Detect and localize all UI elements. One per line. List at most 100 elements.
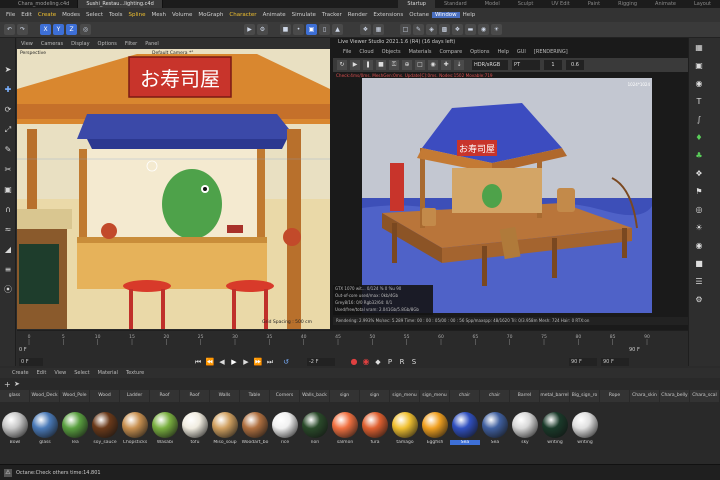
material-swatch-label[interactable]: Roof <box>180 390 209 402</box>
render-settings-icon[interactable]: ⚙ <box>257 24 268 35</box>
end-frame-field[interactable]: 90 F <box>569 358 597 366</box>
axis-x-button[interactable]: X <box>40 24 51 35</box>
key-rot-icon[interactable]: R <box>397 357 407 367</box>
viewport-3d[interactable]: お寿司屋 Perspective Default Camera *° Grid … <box>17 49 330 329</box>
redo-icon[interactable]: ↷ <box>17 24 28 35</box>
lv-menu-gui[interactable]: GUI <box>513 49 530 55</box>
bridge-icon[interactable]: ≡ <box>2 264 14 276</box>
mat-menu-texture[interactable]: Texture <box>122 370 148 376</box>
viewport-menu-view[interactable]: View <box>17 41 37 47</box>
material-swatch-label[interactable]: Table <box>240 390 269 402</box>
lv-value1-field[interactable]: 1 <box>544 60 562 70</box>
menu-help[interactable]: Help <box>460 12 479 18</box>
layout-tab-sculpt[interactable]: Sculpt <box>509 0 543 8</box>
object-manager-icon[interactable]: ▦ <box>693 42 705 54</box>
object-mode-icon[interactable]: ▣ <box>306 24 317 35</box>
weld-icon[interactable]: ⦿ <box>2 284 14 296</box>
viewport-menu-cameras[interactable]: Cameras <box>37 41 67 47</box>
brush-icon[interactable]: ✎ <box>2 144 14 156</box>
scene-icon[interactable]: ■ <box>693 258 705 270</box>
menu-file[interactable]: File <box>3 12 18 18</box>
material-swatch-label[interactable]: Chara_skin <box>630 390 659 402</box>
menu-render[interactable]: Render <box>345 12 371 18</box>
deformer-icon[interactable]: ❖ <box>452 24 463 35</box>
mat-menu-edit[interactable]: Edit <box>33 370 51 376</box>
material-swatch-label[interactable]: Wood <box>90 390 119 402</box>
first-frame-icon[interactable]: ⏮ <box>193 357 203 367</box>
material-swatch-label[interactable]: chair <box>450 390 479 402</box>
light-icon[interactable]: ☀ <box>693 222 705 234</box>
material-swatch[interactable]: writing <box>540 412 570 448</box>
material-swatch-label[interactable]: sign <box>330 390 359 402</box>
layer-icon[interactable]: ☰ <box>693 276 705 288</box>
material-swatch[interactable]: Wasabi <box>150 412 180 448</box>
lv-menu-options[interactable]: Options <box>466 49 493 55</box>
menu-volume[interactable]: Volume <box>169 12 195 18</box>
lv-menu-cloud[interactable]: Cloud <box>355 49 377 55</box>
tag-icon[interactable]: ⚑ <box>693 186 705 198</box>
mat-menu-material[interactable]: Material <box>94 370 122 376</box>
bevel-icon[interactable]: ◢ <box>2 244 14 256</box>
spline-icon[interactable]: ∫ <box>693 114 705 126</box>
layout-tab-animate[interactable]: Animate <box>646 0 685 8</box>
file-tab-chara[interactable]: Chara_modeling.c4d <box>10 0 79 8</box>
axis-z-button[interactable]: Z <box>66 24 77 35</box>
camera-icon[interactable]: ◉ <box>693 240 705 252</box>
menu-mograph[interactable]: MoGraph <box>195 12 226 18</box>
mat-menu-create[interactable]: Create <box>8 370 33 376</box>
lv-menu-compare[interactable]: Compare <box>435 49 466 55</box>
lv-menu-file[interactable]: File <box>339 49 355 55</box>
menu-animate[interactable]: Animate <box>260 12 289 18</box>
prev-frame-icon[interactable]: ◀ <box>217 357 227 367</box>
material-swatch-label[interactable]: Ladder <box>120 390 149 402</box>
snap-icon[interactable]: ❖ <box>360 24 371 35</box>
key-scale-icon[interactable]: S <box>409 357 419 367</box>
cloner-icon[interactable]: ♣ <box>693 150 705 162</box>
cube-icon[interactable]: ▣ <box>693 60 705 72</box>
viewport-menu-filter[interactable]: Filter <box>121 41 141 47</box>
text-icon[interactable]: T <box>693 96 705 108</box>
lv-stop-icon[interactable]: ■ <box>376 60 386 70</box>
material-swatch[interactable]: salmon <box>330 412 360 448</box>
lv-pick-icon[interactable]: ✚ <box>441 60 451 70</box>
move-icon[interactable]: ✚ <box>2 84 14 96</box>
material-swatch[interactable]: Sea <box>480 412 510 448</box>
material-swatch-label[interactable]: metal_barrel <box>540 390 569 402</box>
record-icon[interactable]: ● <box>349 357 359 367</box>
material-swatch-label[interactable]: Chara_scal <box>690 390 719 402</box>
viewport-menu-options[interactable]: Options <box>94 41 121 47</box>
next-frame-icon[interactable]: ▶ <box>241 357 251 367</box>
subdivision-icon[interactable]: ◈ <box>426 24 437 35</box>
lv-save-icon[interactable]: ↓ <box>454 60 464 70</box>
menu-mesh[interactable]: Mesh <box>148 12 168 18</box>
material-swatch[interactable]: nori <box>300 412 330 448</box>
layout-tab-startup[interactable]: Startup <box>398 0 435 8</box>
lv-zoom-icon[interactable]: ⊕ <box>402 60 412 70</box>
attributes-icon[interactable]: ⚙ <box>693 294 705 306</box>
material-swatch-label[interactable]: Wood_Pole <box>60 390 89 402</box>
menu-octane[interactable]: Octane <box>406 12 432 18</box>
select-icon[interactable]: ➤ <box>2 64 14 76</box>
end-frame-field-2[interactable]: 90 F <box>601 358 629 366</box>
polygons-mode-icon[interactable]: ▲ <box>332 24 343 35</box>
add-material-icon[interactable]: + <box>4 380 11 389</box>
material-swatch-label[interactable]: Walls_back <box>300 390 329 402</box>
lv-lock-icon[interactable]: ⚿ <box>389 60 399 70</box>
material-swatch-label[interactable]: Roof <box>150 390 179 402</box>
menu-character[interactable]: Character <box>226 12 259 18</box>
menu-edit[interactable]: Edit <box>18 12 35 18</box>
material-swatch-label[interactable]: Wood_Deck <box>30 390 59 402</box>
material-swatch-label[interactable]: Barrel <box>510 390 539 402</box>
loop-icon[interactable]: ↺ <box>281 357 291 367</box>
material-swatch-label[interactable]: Walls <box>210 390 239 402</box>
material-swatch[interactable]: Chopsticks <box>120 412 150 448</box>
lv-pause-icon[interactable]: ❚ <box>363 60 373 70</box>
keyframe-icon[interactable]: ◆ <box>373 357 383 367</box>
layout-tab-model[interactable]: Model <box>476 0 509 8</box>
render-mode-select[interactable]: PT <box>512 60 540 70</box>
material-swatch[interactable]: fura <box>360 412 390 448</box>
lv-menu-materials[interactable]: Materials <box>405 49 436 55</box>
menu-modes[interactable]: Modes <box>59 12 83 18</box>
camera-icon[interactable]: ◉ <box>478 24 489 35</box>
layout-tab-standard[interactable]: Standard <box>435 0 476 8</box>
